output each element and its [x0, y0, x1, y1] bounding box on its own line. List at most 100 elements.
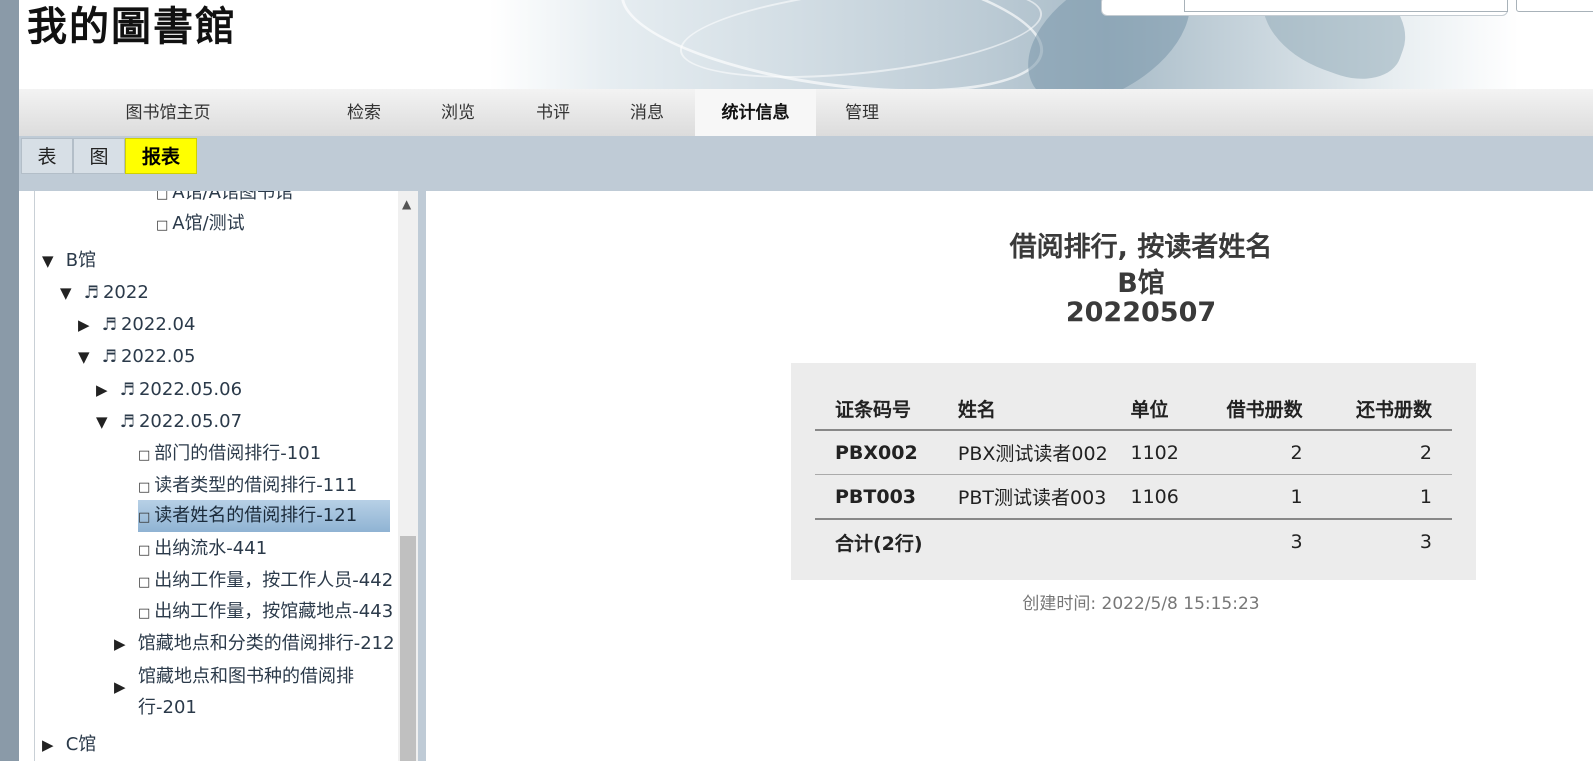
collapse-arrow-icon[interactable]: ▶ [96, 379, 114, 401]
tree-folder-label[interactable]: 馆藏地点和图书种的借阅排 [138, 666, 354, 688]
tab-table[interactable]: 表 [21, 138, 73, 174]
tree-leaf[interactable]: □ 出纳工作量，按工作人员-442 [138, 570, 393, 594]
search-input[interactable] [1184, 0, 1508, 12]
report-title: 借阅排行, 按读者姓名 [426, 225, 1593, 264]
scroll-up-arrow-icon[interactable]: ▲ [402, 197, 411, 211]
column-header-borrowed: 借书册数 [1193, 387, 1323, 431]
nav-item-messages[interactable]: 消息 [612, 89, 682, 136]
collapse-arrow-icon[interactable]: ▶ [114, 676, 132, 698]
cell-borrowed: 2 [1193, 430, 1323, 475]
nav-item-search[interactable]: 检索 [329, 89, 399, 136]
music-note-icon: ♬ [83, 283, 99, 303]
report-table: 证条码号 姓名 单位 借书册数 还书册数 PBX002 PBX测试读者002 1… [815, 387, 1452, 564]
column-header-barcode: 证条码号 [815, 387, 938, 431]
tree-scrollbar[interactable]: ▲ [398, 191, 418, 761]
tree-year-label: 2022 [102, 282, 149, 303]
expand-arrow-icon[interactable]: ▼ [78, 346, 96, 368]
report-table-container: 证条码号 姓名 单位 借书册数 还书册数 PBX002 PBX测试读者002 1… [791, 363, 1476, 580]
tree-day[interactable]: ▶ ♬ 2022.05.06 [96, 379, 242, 401]
report-date: 20220507 [1065, 297, 1217, 328]
tree-leaf-label: 出纳工作量，按工作人员-442 [154, 570, 394, 591]
square-bullet-icon: □ [156, 191, 169, 202]
tree-folder[interactable]: ▶ [114, 676, 132, 698]
sub-nav: 表 图 报表 [19, 136, 1593, 191]
tree-leaf-label: 读者类型的借阅排行-111 [154, 475, 358, 496]
cell-total-empty [937, 518, 1111, 564]
tree-folder-label: B馆 [65, 250, 97, 271]
report-library: B馆 [1117, 268, 1165, 299]
tree-month[interactable]: ▼ ♬ 2022.05 [78, 346, 195, 368]
cell-barcode: PBT003 [815, 474, 938, 520]
site-logo[interactable]: 我的圖書館 [27, 2, 237, 52]
report-title-line1: 借阅排行, 按读者姓名 [1009, 232, 1273, 263]
tree-leaf[interactable]: □ 出纳工作量，按馆藏地点-443 [138, 601, 393, 625]
tab-report[interactable]: 报表 [125, 138, 197, 174]
page: 我的圖書館 图书馆主页 检索 浏览 书评 消息 统计信息 管理 表 图 报表 □… [19, 0, 1593, 761]
nav-item-home[interactable]: 图书馆主页 [79, 89, 257, 136]
tree-day-label: 2022.05.07 [138, 411, 243, 432]
tree-month[interactable]: ▶ ♬ 2022.04 [78, 314, 195, 336]
collapse-arrow-icon[interactable]: ▶ [42, 734, 60, 756]
cell-name: PBT测试读者003 [937, 474, 1111, 520]
tree-leaf[interactable]: □ A馆/A馆图书馆 [156, 191, 293, 206]
tree-leaf-selected[interactable]: □ 读者姓名的借阅排行-121 [138, 500, 390, 532]
square-bullet-icon: □ [156, 218, 169, 233]
cell-returned: 1 [1322, 474, 1452, 520]
tree-leaf[interactable]: □ 出纳流水-441 [138, 538, 267, 562]
square-bullet-icon: □ [138, 480, 151, 495]
music-note-icon: ♬ [101, 315, 117, 335]
report-tree: □ A馆/A馆图书馆 □ A馆/测试 ▼ B馆 ▼ ♬ 2022 ▶ ♬ 2022.04… [34, 191, 419, 761]
expand-arrow-icon[interactable]: ▼ [42, 250, 60, 272]
column-header-unit: 单位 [1110, 387, 1194, 431]
cell-returned: 2 [1322, 430, 1452, 475]
square-bullet-icon: □ [138, 448, 151, 463]
collapse-arrow-icon[interactable]: ▶ [114, 633, 132, 655]
nav-item-statistics[interactable]: 统计信息 [695, 89, 816, 136]
square-bullet-icon: □ [138, 575, 151, 590]
cell-unit: 1106 [1110, 474, 1194, 520]
tree-year[interactable]: ▼ ♬ 2022 [60, 282, 149, 304]
cell-barcode: PBX002 [815, 430, 938, 475]
square-bullet-icon: □ [138, 543, 151, 558]
tree-leaf[interactable]: □ A馆/测试 [156, 213, 245, 237]
tree-folder-label-continuation[interactable]: 行-201 [138, 697, 197, 719]
tree-folder-label: C馆 [65, 734, 97, 755]
tree-folder[interactable]: ▶ 馆藏地点和分类的借阅排行-212 [114, 633, 395, 655]
tab-chart[interactable]: 图 [73, 138, 125, 174]
tree-day-label: 2022.05.06 [138, 379, 243, 400]
tree-folder-c[interactable]: ▶ C馆 [42, 734, 96, 756]
cell-total-borrowed: 3 [1193, 518, 1323, 564]
column-header-name: 姓名 [937, 387, 1111, 431]
created-timestamp: 创建时间: 2022/5/8 15:15:23 [1022, 594, 1260, 614]
cell-total-empty [1110, 518, 1194, 564]
collapse-arrow-icon[interactable]: ▶ [78, 314, 96, 336]
table-total-row: 合计(2行) 3 3 [815, 518, 1452, 564]
nav-item-reviews[interactable]: 书评 [518, 89, 588, 136]
tree-leaf-label: 读者姓名的借阅排行-121 [154, 505, 358, 526]
music-note-icon: ♬ [101, 347, 117, 367]
main-nav: 图书馆主页 检索 浏览 书评 消息 统计信息 管理 [19, 89, 1593, 137]
tree-month-label: 2022.04 [120, 314, 196, 335]
music-note-icon: ♬ [119, 380, 135, 400]
expand-arrow-icon[interactable]: ▼ [96, 411, 114, 433]
tree-leaf[interactable]: □ 部门的借阅排行-101 [138, 443, 321, 467]
panel-divider[interactable] [418, 191, 426, 761]
table-row: PBX002 PBX测试读者002 1102 2 2 [815, 430, 1452, 475]
square-bullet-icon: □ [138, 606, 151, 621]
tree-leaf[interactable]: □ 读者类型的借阅排行-111 [138, 475, 357, 499]
tree-leaf-label: 出纳流水-441 [154, 538, 268, 559]
cell-total-label: 合计(2行) [815, 518, 938, 564]
table-row: PBT003 PBT测试读者003 1106 1 1 [815, 474, 1452, 520]
tree-leaf-label: A馆/测试 [172, 213, 245, 234]
tree-month-label: 2022.05 [120, 346, 196, 367]
scrollbar-thumb[interactable] [400, 536, 416, 761]
expand-arrow-icon[interactable]: ▼ [60, 282, 78, 304]
tree-leaf-label: A馆/A馆图书馆 [172, 191, 293, 203]
search-button[interactable] [1516, 0, 1593, 12]
nav-item-admin[interactable]: 管理 [827, 89, 897, 136]
nav-item-browse[interactable]: 浏览 [423, 89, 493, 136]
report-area: 借阅排行, 按读者姓名 B馆 20220507 证条码号 姓名 单位 借书册数 … [426, 191, 1593, 761]
tree-folder-b[interactable]: ▼ B馆 [42, 250, 96, 272]
tree-day[interactable]: ▼ ♬ 2022.05.07 [96, 411, 242, 433]
tree-folder-label: 馆藏地点和分类的借阅排行-212 [137, 633, 395, 654]
